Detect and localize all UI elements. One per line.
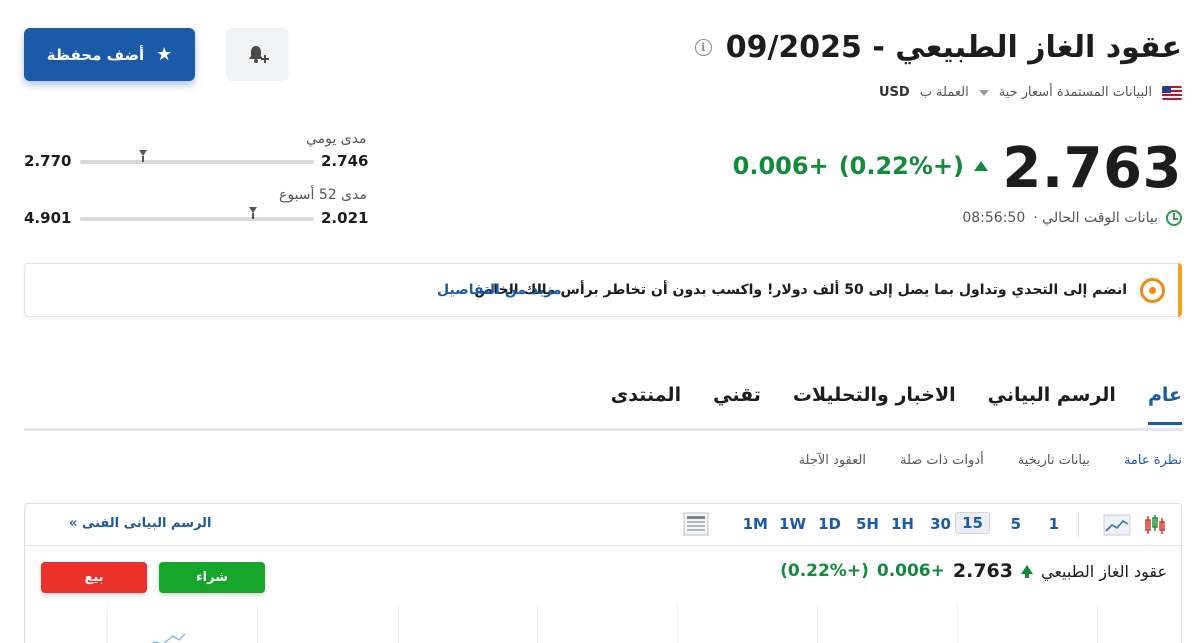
chart-gridline bbox=[107, 604, 108, 643]
arrow-up-icon bbox=[974, 161, 988, 171]
price-change: (+0.22%) +0.006 bbox=[733, 152, 988, 180]
us-flag-icon bbox=[1162, 85, 1182, 100]
daily-range-high: 2.770 bbox=[24, 152, 72, 170]
chart-gridline bbox=[257, 604, 258, 643]
chart-change-percent: (+0.22%) bbox=[780, 561, 869, 581]
time-row: بيانات الوقت الحالي · 08:56:50 bbox=[962, 210, 1182, 226]
chart-gridline bbox=[957, 604, 958, 643]
promo-accent bbox=[1178, 263, 1182, 317]
arrow-up-icon bbox=[1021, 564, 1033, 578]
daily-range-bar bbox=[80, 150, 314, 164]
bell-plus-icon bbox=[248, 45, 269, 63]
meta-row: البيانات المستمدة أسعار حية العملة ب USD bbox=[879, 85, 1182, 100]
candlestick-chart-icon[interactable] bbox=[1143, 513, 1167, 537]
add-portfolio-button[interactable]: ★ أضف محفظة bbox=[24, 28, 195, 81]
promo-more-link[interactable]: مزيد من التفاصيل bbox=[437, 282, 562, 298]
week52-range-marker bbox=[249, 207, 258, 219]
subtab-historical-data[interactable]: بيانات تاريخية bbox=[1018, 453, 1090, 468]
info-icon[interactable]: i bbox=[694, 39, 712, 56]
chevron-down-icon[interactable] bbox=[978, 89, 989, 96]
add-alert-button[interactable] bbox=[226, 28, 289, 81]
sub-tabs: نظرة عامة بيانات تاريخية أدوات ذات صلة ا… bbox=[799, 453, 1182, 468]
chart-header: عقود الغاز الطبيعي 2.763 +0.006 (+0.22%) bbox=[780, 560, 1167, 582]
daily-range-label: مدى يومي bbox=[306, 131, 367, 147]
buy-button[interactable]: شراء bbox=[159, 562, 265, 593]
timeframe-1[interactable]: 1 bbox=[1049, 515, 1059, 533]
subtab-futures-contracts[interactable]: العقود الآجلة bbox=[799, 453, 866, 468]
chart-gridline bbox=[1097, 604, 1098, 643]
title-row: عقود الغاز الطبيعي - 09/2025 i bbox=[694, 30, 1182, 65]
timeframe-5[interactable]: 5 bbox=[1011, 515, 1021, 533]
chart-line-fragment bbox=[150, 633, 186, 643]
currency-value: USD bbox=[878, 85, 910, 100]
sell-button[interactable]: بيع bbox=[41, 562, 147, 593]
timeframe-1d[interactable]: 1D bbox=[818, 515, 841, 533]
tab-forum[interactable]: المنتدى bbox=[611, 384, 681, 424]
timeframe-1h[interactable]: 1H bbox=[891, 515, 914, 533]
clock-icon bbox=[1166, 210, 1182, 226]
chart-change: +0.006 bbox=[876, 561, 945, 581]
tab-news-analysis[interactable]: الاخبار والتحليلات bbox=[793, 384, 956, 424]
week52-range-label: مدى 52 أسبوع bbox=[279, 187, 367, 203]
week52-range-high: 4.901 bbox=[24, 209, 72, 227]
daily-range-marker bbox=[139, 150, 148, 162]
page-title: عقود الغاز الطبيعي - 09/2025 bbox=[725, 30, 1182, 65]
chart-gridline bbox=[817, 604, 818, 643]
data-source-label: البيانات المستمدة أسعار حية bbox=[998, 85, 1152, 100]
chart-widget: 1 5 15 30 1H 5H 1D 1W 1M الرسم البيانى ا… bbox=[24, 503, 1182, 643]
time-value: 08:56:50 bbox=[962, 210, 1026, 226]
last-price: 2.763 bbox=[1002, 136, 1182, 201]
timeframe-1w[interactable]: 1W bbox=[779, 515, 806, 533]
subtab-related-instruments[interactable]: أدوات ذات صلة bbox=[900, 453, 984, 468]
target-icon bbox=[1140, 278, 1165, 303]
tab-technical[interactable]: تقني bbox=[713, 384, 761, 424]
technical-chart-link[interactable]: الرسم البيانى الفنى » bbox=[69, 516, 211, 531]
chart-gridline bbox=[398, 604, 399, 643]
subtab-overview[interactable]: نظرة عامة bbox=[1124, 453, 1182, 468]
timeframe-30[interactable]: 30 bbox=[930, 515, 951, 533]
area-chart-icon[interactable] bbox=[1103, 513, 1131, 537]
chart-gridline bbox=[677, 604, 678, 643]
add-portfolio-label: أضف محفظة bbox=[46, 45, 145, 64]
tab-chart[interactable]: الرسم البياني bbox=[988, 384, 1116, 424]
timeframe-1m[interactable]: 1M bbox=[743, 515, 768, 533]
chart-instrument-name: عقود الغاز الطبيعي bbox=[1041, 561, 1167, 581]
timeframe-15[interactable]: 15 bbox=[955, 512, 990, 534]
change-percent: (+0.22%) bbox=[838, 152, 964, 180]
toolbar-separator bbox=[1078, 512, 1079, 537]
currency-label: العملة ب bbox=[919, 85, 969, 100]
timeframe-5h[interactable]: 5H bbox=[856, 515, 879, 533]
change-value: +0.006 bbox=[732, 152, 829, 180]
week52-range-bar bbox=[80, 207, 314, 221]
daily-range-low: 2.746 bbox=[321, 152, 369, 170]
star-icon: ★ bbox=[156, 44, 173, 65]
tab-general[interactable]: عام bbox=[1147, 384, 1183, 425]
time-label: بيانات الوقت الحالي · bbox=[1033, 210, 1158, 226]
week52-range-low: 2.021 bbox=[321, 209, 369, 227]
tabs-divider bbox=[24, 428, 1182, 431]
promo-banner: انضم إلى التحدي وتداول بما يصل إلى 50 أل… bbox=[24, 263, 1182, 317]
chart-toolbar: 1 5 15 30 1H 5H 1D 1W 1M الرسم البيانى ا… bbox=[25, 504, 1181, 546]
main-tabs: عام الرسم البياني الاخبار والتحليلات تقن… bbox=[611, 384, 1183, 425]
chart-price: 2.763 bbox=[952, 560, 1013, 582]
promo-text: انضم إلى التحدي وتداول بما يصل إلى 50 أل… bbox=[474, 282, 1127, 298]
table-view-icon[interactable] bbox=[683, 512, 709, 536]
chart-gridline bbox=[537, 604, 538, 643]
